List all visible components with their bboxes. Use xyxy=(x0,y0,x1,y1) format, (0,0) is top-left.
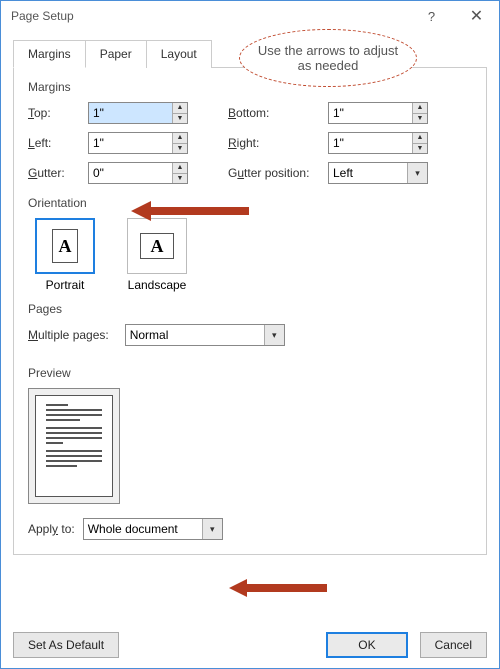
gutter-pos-label: Gutter position: xyxy=(228,166,328,180)
titlebar: Page Setup ? ✕ xyxy=(1,1,499,31)
titlebar-buttons: ? ✕ xyxy=(409,1,499,31)
margins-group-label: Margins xyxy=(28,80,472,94)
orientation-landscape[interactable]: A Landscape xyxy=(120,218,194,292)
ok-button[interactable]: OK xyxy=(326,632,407,658)
portrait-icon-box: A xyxy=(35,218,95,274)
preview-box xyxy=(28,388,120,504)
pages-group-label: Pages xyxy=(28,302,472,316)
gutter-pos-value: Left xyxy=(329,163,407,183)
dialog-footer: Set As Default OK Cancel xyxy=(13,632,487,658)
right-spin-down[interactable]: ▼ xyxy=(413,144,427,154)
top-spin-up[interactable]: ▲ xyxy=(173,103,187,114)
close-icon: ✕ xyxy=(470,6,483,26)
portrait-page-icon: A xyxy=(52,229,78,263)
annotation-arrow-icon xyxy=(229,577,329,599)
gutter-spin-up[interactable]: ▲ xyxy=(173,163,187,174)
bottom-input[interactable] xyxy=(329,103,412,123)
cancel-button[interactable]: Cancel xyxy=(420,632,487,658)
orientation-portrait[interactable]: A Portrait xyxy=(28,218,102,292)
orientation-group: A Portrait A Landscape xyxy=(28,218,472,292)
gutter-spin-down[interactable]: ▼ xyxy=(173,174,187,184)
multiple-pages-label: Multiple pages: xyxy=(28,328,109,342)
landscape-page-icon: A xyxy=(140,233,174,259)
apply-to-label: Apply to: xyxy=(28,522,75,536)
top-input[interactable] xyxy=(89,103,172,123)
annotation-callout: Use the arrows to adjust as needed xyxy=(239,29,417,87)
gutter-spinner[interactable]: ▲ ▼ xyxy=(88,162,188,184)
left-spin-down[interactable]: ▼ xyxy=(173,144,187,154)
multiple-pages-row: Multiple pages: Normal ▾ xyxy=(28,324,472,346)
top-spinner[interactable]: ▲ ▼ xyxy=(88,102,188,124)
bottom-label: Bottom: xyxy=(228,106,328,120)
page-setup-dialog: Page Setup ? ✕ Margins Paper Layout Marg… xyxy=(0,0,500,669)
multiple-pages-select[interactable]: Normal ▾ xyxy=(125,324,285,346)
chevron-down-icon: ▾ xyxy=(407,163,427,183)
close-button[interactable]: ✕ xyxy=(454,1,499,31)
gutter-pos-select[interactable]: Left ▾ xyxy=(328,162,428,184)
annotation-arrow-icon xyxy=(131,199,251,223)
top-spin-down[interactable]: ▼ xyxy=(173,114,187,124)
top-label: Top: xyxy=(28,106,88,120)
right-input[interactable] xyxy=(329,133,412,153)
preview-page-icon xyxy=(35,395,113,497)
bottom-spin-up[interactable]: ▲ xyxy=(413,103,427,114)
tab-panel-margins: Margins Top: ▲ ▼ Bottom: ▲ ▼ xyxy=(13,68,487,555)
chevron-down-icon: ▾ xyxy=(202,519,222,539)
landscape-icon-box: A xyxy=(127,218,187,274)
apply-to-value: Whole document xyxy=(84,519,202,539)
portrait-label: Portrait xyxy=(28,278,102,292)
gutter-input[interactable] xyxy=(89,163,172,183)
annotation-text: Use the arrows to adjust as needed xyxy=(252,43,404,73)
right-spin-up[interactable]: ▲ xyxy=(413,133,427,144)
help-button[interactable]: ? xyxy=(409,1,454,31)
margins-grid: Top: ▲ ▼ Bottom: ▲ ▼ Lef xyxy=(28,102,472,184)
left-label: Left: xyxy=(28,136,88,150)
landscape-label: Landscape xyxy=(120,278,194,292)
tab-layout[interactable]: Layout xyxy=(147,40,212,68)
gutter-label: Gutter: xyxy=(28,166,88,180)
tab-margins[interactable]: Margins xyxy=(13,40,86,68)
left-input[interactable] xyxy=(89,133,172,153)
apply-to-select[interactable]: Whole document ▾ xyxy=(83,518,223,540)
multiple-pages-value: Normal xyxy=(126,325,264,345)
preview-group-label: Preview xyxy=(28,366,472,380)
apply-to-row: Apply to: Whole document ▾ xyxy=(28,518,472,540)
chevron-down-icon: ▾ xyxy=(264,325,284,345)
right-spinner[interactable]: ▲ ▼ xyxy=(328,132,428,154)
bottom-spinner[interactable]: ▲ ▼ xyxy=(328,102,428,124)
bottom-spin-down[interactable]: ▼ xyxy=(413,114,427,124)
left-spinner[interactable]: ▲ ▼ xyxy=(88,132,188,154)
tab-paper[interactable]: Paper xyxy=(86,40,147,68)
right-label: Right: xyxy=(228,136,328,150)
left-spin-up[interactable]: ▲ xyxy=(173,133,187,144)
set-as-default-button[interactable]: Set As Default xyxy=(13,632,119,658)
window-title: Page Setup xyxy=(11,9,74,23)
